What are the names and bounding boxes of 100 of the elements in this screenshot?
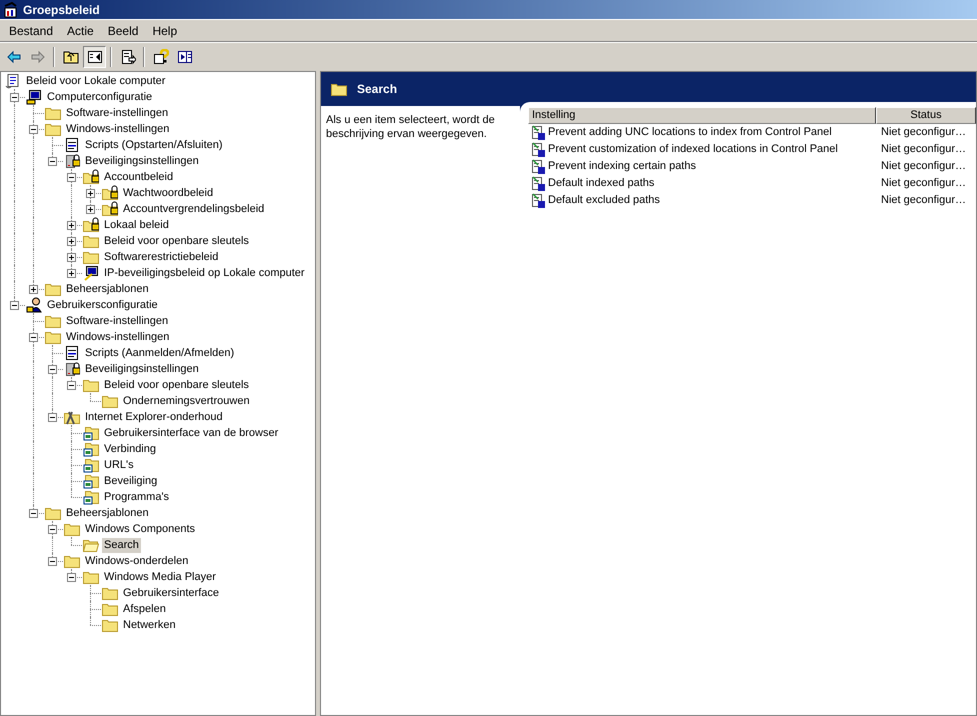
expand-toggle[interactable] [67, 221, 76, 230]
minus-icon [50, 367, 55, 372]
tree-item[interactable]: Software-instellingen [64, 314, 170, 328]
tree-item[interactable]: Beheersjablonen [64, 282, 151, 296]
folder-icon [45, 281, 61, 297]
tree-item[interactable]: Gebruikersinterface [121, 586, 221, 600]
tree-item[interactable]: Gebruikersconfiguratie [45, 298, 160, 312]
collapse-toggle[interactable] [48, 365, 57, 374]
tree-item[interactable]: Computerconfiguratie [45, 90, 154, 104]
collapse-toggle[interactable] [29, 509, 38, 518]
folder-icon [45, 105, 61, 121]
tree-item[interactable]: Software-instellingen [64, 106, 170, 120]
tree-item[interactable]: Beveiligingsinstellingen [83, 154, 201, 168]
tree-item[interactable]: Beleid voor openbare sleutels [102, 234, 251, 248]
tree-item[interactable]: Accountbeleid [102, 170, 176, 184]
tree-item[interactable]: Windows Components [83, 522, 198, 536]
setting-name[interactable]: Prevent indexing certain paths [548, 158, 696, 175]
tree-item[interactable]: Verbinding [102, 442, 158, 456]
folder-icon [83, 441, 99, 457]
collapse-toggle[interactable] [67, 381, 76, 390]
menu-item[interactable]: Help [145, 22, 184, 40]
minus-icon [50, 527, 55, 532]
tree-item[interactable]: Windows-instellingen [64, 330, 172, 344]
folder-icon [102, 393, 118, 409]
minus-icon [69, 175, 74, 180]
setting-status: Niet geconfigur… [880, 193, 967, 208]
expand-toggle[interactable] [67, 253, 76, 262]
collapse-toggle[interactable] [10, 301, 19, 310]
expand-toggle[interactable] [29, 285, 38, 294]
user-icon [26, 297, 42, 313]
policy-setting-icon [530, 158, 546, 174]
tree-item[interactable]: Afspelen [121, 602, 168, 616]
tree-item[interactable]: Windows-onderdelen [83, 554, 190, 568]
menu-item[interactable]: Actie [60, 22, 101, 40]
tree-item[interactable]: Wachtwoordbeleid [121, 186, 216, 200]
collapse-toggle[interactable] [48, 557, 57, 566]
tools-folder-icon [64, 409, 80, 425]
tree-item[interactable]: Accountvergrendelingsbeleid [121, 202, 266, 216]
minus-icon [12, 303, 17, 308]
policy-setting-icon [530, 142, 546, 158]
collapse-toggle[interactable] [10, 93, 19, 102]
plus-icon [88, 191, 93, 196]
setting-name[interactable]: Prevent adding UNC locations to index from Control Panel [548, 124, 832, 141]
policy-setting-icon [530, 176, 546, 192]
folder-icon [83, 569, 99, 585]
tree-item[interactable]: IP-beveiligingsbeleid op Lokale computer [102, 266, 307, 280]
locked-folder-icon [83, 169, 99, 185]
column-header[interactable]: Status [876, 107, 976, 124]
expand-toggle[interactable] [67, 269, 76, 278]
monitor-key-icon [83, 265, 99, 281]
setting-name[interactable]: Default excluded paths [548, 192, 660, 209]
policy-setting-icon [530, 192, 546, 208]
menu-item[interactable]: Beeld [100, 22, 146, 40]
folder-icon [102, 585, 118, 601]
expand-toggle[interactable] [86, 205, 95, 214]
folder-icon [83, 233, 99, 249]
tree-item[interactable]: Beveiliging [102, 474, 160, 488]
column-header[interactable]: Instelling [528, 107, 876, 124]
tree-item[interactable]: Lokaal beleid [102, 218, 171, 232]
menu-item[interactable]: Bestand [2, 22, 60, 40]
locked-folder-icon [83, 217, 99, 233]
tree-item[interactable]: Ondernemingsvertrouwen [121, 394, 252, 408]
collapse-toggle[interactable] [48, 157, 57, 166]
tree-item[interactable]: Search [102, 538, 141, 552]
folder-icon [83, 377, 99, 393]
setting-name[interactable]: Default indexed paths [548, 175, 654, 192]
folder-icon [102, 617, 118, 633]
tree-item[interactable]: Beleid voor openbare sleutels [102, 378, 251, 392]
minus-icon [69, 383, 74, 388]
folder-icon [83, 473, 99, 489]
collapse-toggle[interactable] [29, 125, 38, 134]
tree-item[interactable]: Scripts (Aanmelden/Afmelden) [83, 346, 236, 360]
folder-icon [83, 425, 99, 441]
tree-item[interactable]: Beheersjablonen [64, 506, 151, 520]
tree-pane-button[interactable] [83, 46, 106, 68]
tree-item[interactable]: Softwarerestrictiebeleid [102, 250, 220, 264]
tree-item[interactable]: Windows Media Player [102, 570, 218, 584]
collapse-toggle[interactable] [48, 525, 57, 534]
minus-icon [69, 575, 74, 580]
tree-item[interactable]: Netwerken [121, 618, 178, 632]
computer-icon [26, 89, 42, 105]
tree-item[interactable]: Internet Explorer-onderhoud [83, 410, 225, 424]
folder-icon [45, 313, 61, 329]
tree-item[interactable]: Beleid voor Lokale computer [24, 74, 168, 88]
collapse-toggle[interactable] [67, 573, 76, 582]
tree-item[interactable]: URL's [102, 458, 136, 472]
collapse-toggle[interactable] [29, 333, 38, 342]
collapse-toggle[interactable] [48, 413, 57, 422]
collapse-toggle[interactable] [67, 173, 76, 182]
tree-item[interactable]: Programma's [102, 490, 172, 504]
tree-item[interactable]: Beveiligingsinstellingen [83, 362, 201, 376]
tree-item[interactable]: Gebruikersinterface van de browser [102, 426, 280, 440]
tree-item[interactable]: Windows-instellingen [64, 122, 172, 136]
expand-toggle[interactable] [86, 189, 95, 198]
folder-icon [64, 553, 80, 569]
expand-toggle[interactable] [67, 237, 76, 246]
tree-item[interactable]: Scripts (Opstarten/Afsluiten) [83, 138, 225, 152]
setting-name[interactable]: Prevent customization of indexed locations in Control Panel [548, 141, 838, 158]
plus-icon [69, 239, 74, 244]
tree-pane-icon [86, 48, 102, 64]
